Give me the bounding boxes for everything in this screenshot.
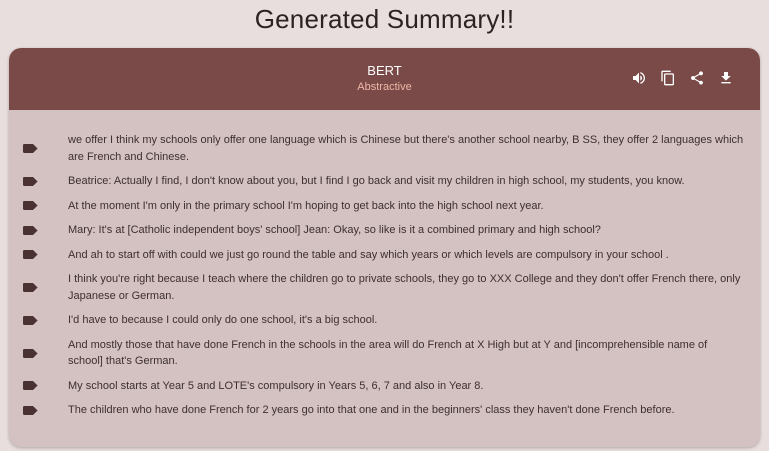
list-item: And mostly those that have done French i… [23, 337, 744, 370]
label-tag-icon [23, 144, 39, 154]
download-icon [721, 72, 731, 84]
label-tag-icon [23, 283, 39, 293]
speaker-icon [633, 72, 645, 84]
share-icon [691, 71, 703, 85]
summary-sentence: And ah to start off with could we just g… [68, 248, 669, 261]
summary-sentence: Beatrice: Actually I find, I don't know … [68, 175, 685, 187]
summary-sentence: I'd have to because I could only do one … [68, 314, 378, 326]
label-tag-icon [23, 176, 39, 186]
copy-icon [661, 70, 674, 86]
list-item: we offer I think my schools only offer o… [23, 132, 744, 165]
list-item: At the moment I'm only in the primary sc… [23, 198, 744, 215]
header-actions [631, 70, 734, 86]
share-button[interactable] [689, 70, 705, 86]
label-tag-icon [23, 405, 39, 415]
summary-sentence: And mostly those that have done French i… [68, 338, 708, 368]
label-tag-icon [23, 381, 39, 391]
copy-button[interactable] [660, 70, 676, 86]
label-tag-icon [23, 250, 39, 260]
page-title: Generated Summary!! [254, 4, 515, 34]
label-tag-icon [23, 315, 39, 325]
summary-sentence: Mary: It's at [Catholic independent boys… [68, 224, 601, 236]
summary-sentence: The children who have done French for 2 … [68, 404, 675, 416]
download-button[interactable] [718, 70, 734, 86]
label-tag-icon [23, 348, 39, 358]
list-item: My school starts at Year 5 and LOTE's co… [23, 378, 744, 395]
label-tag-icon [23, 225, 39, 235]
list-item: Beatrice: Actually I find, I don't know … [23, 173, 744, 190]
list-item: And ah to start off with could we just g… [23, 247, 744, 264]
list-item: Mary: It's at [Catholic independent boys… [23, 222, 744, 239]
list-item: The children who have done French for 2 … [23, 402, 744, 419]
summary-sentence: At the moment I'm only in the primary sc… [68, 199, 544, 212]
summary-list: we offer I think my schools only offer o… [9, 110, 760, 419]
label-tag-icon [23, 201, 39, 211]
summary-sentence: I think you're right because I teach whe… [68, 273, 741, 302]
summary-card: BERT Abstractive we offer I think my sch… [9, 48, 760, 447]
summary-sentence: My school starts at Year 5 and LOTE's co… [68, 379, 484, 392]
card-header: BERT Abstractive [9, 48, 760, 110]
speaker-button[interactable] [631, 70, 647, 86]
summary-sentence: we offer I think my schools only offer o… [68, 134, 744, 163]
list-item: I think you're right because I teach whe… [23, 271, 744, 304]
list-item: I'd have to because I could only do one … [23, 312, 744, 329]
